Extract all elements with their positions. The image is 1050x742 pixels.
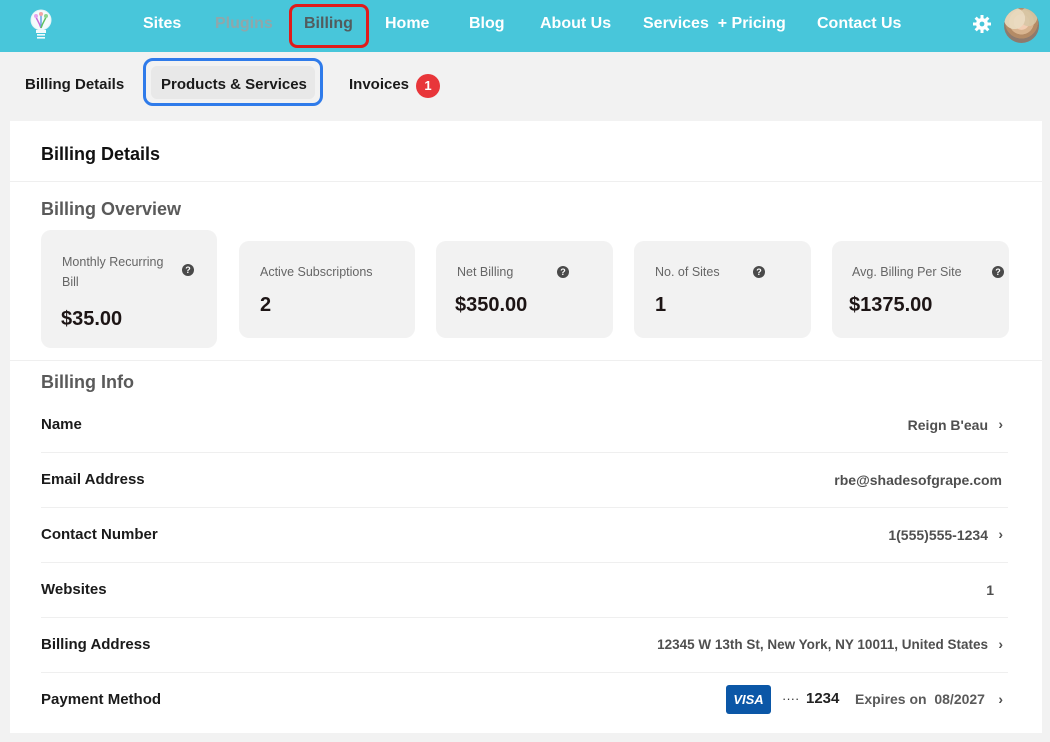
nav-item-home[interactable]: Home: [385, 15, 429, 33]
chevron-right-icon[interactable]: ›: [998, 526, 1003, 542]
card-last-four: 1234: [806, 690, 840, 707]
name-value[interactable]: Reign B'eau: [908, 417, 988, 433]
name-label: Name: [41, 416, 82, 433]
divider: [41, 672, 1008, 673]
nav-item-services-pricing[interactable]: Services + Pricing: [643, 15, 786, 33]
email-address-value: rbe@shadesofgrape.com: [834, 472, 1002, 488]
stat-label: Net Billing: [457, 265, 514, 279]
payment-method-label: Payment Method: [41, 691, 162, 708]
help-icon[interactable]: ?: [753, 266, 765, 278]
billing-address-label: Billing Address: [41, 636, 151, 653]
websites-label: Websites: [41, 581, 107, 598]
stat-label: Active Subscriptions: [260, 265, 373, 279]
nav-item-billing[interactable]: Billing: [304, 15, 353, 33]
gear-icon[interactable]: [972, 14, 992, 34]
user-avatar[interactable]: [1004, 8, 1039, 43]
help-icon[interactable]: ?: [992, 266, 1004, 278]
divider: [41, 507, 1008, 508]
contact-number-value[interactable]: 1(555)555-1234: [888, 527, 988, 543]
card-expiry: Expires on 08/2027: [855, 691, 985, 707]
email-address-label: Email Address: [41, 471, 145, 488]
tab-products-services[interactable]: Products & Services: [161, 76, 307, 93]
divider: [41, 452, 1008, 453]
stat-label: Monthly Recurring Bill: [62, 255, 164, 289]
billing-address-value[interactable]: 12345 W 13th St, New York, NY 10011, Uni…: [657, 637, 988, 652]
help-icon[interactable]: ?: [557, 266, 569, 278]
divider: [10, 181, 1042, 182]
nav-item-contact-us[interactable]: Contact Us: [817, 15, 901, 33]
page-title: Billing Details: [41, 144, 161, 164]
contact-number-label: Contact Number: [41, 526, 158, 543]
help-icon[interactable]: ?: [182, 264, 194, 276]
stat-card-active-subscriptions: [239, 241, 415, 338]
stat-label: No. of Sites: [655, 265, 720, 279]
tab-billing-details[interactable]: Billing Details: [25, 76, 124, 93]
websites-value: 1: [986, 582, 994, 598]
divider: [10, 360, 1042, 361]
stat-value: 1: [655, 294, 667, 316]
stat-card-no-of-sites: [634, 241, 811, 338]
divider: [41, 562, 1008, 563]
stat-card-net-billing: [436, 241, 613, 338]
nav-item-sites[interactable]: Sites: [143, 15, 181, 33]
stat-value: $350.00: [455, 294, 528, 316]
nav-item-plugins[interactable]: Plugins: [215, 15, 273, 33]
stat-value: 2: [260, 294, 272, 316]
billing-info-heading: Billing Info: [41, 372, 134, 392]
stat-value: $1375.00: [849, 294, 933, 316]
lightbulb-logo-icon[interactable]: [30, 8, 52, 42]
chevron-right-icon[interactable]: ›: [998, 416, 1003, 432]
nav-item-blog[interactable]: Blog: [469, 15, 505, 33]
stat-card-avg-billing-per-site: [832, 241, 1009, 338]
billing-overview-heading: Billing Overview: [41, 199, 182, 219]
stat-value: $35.00: [61, 308, 123, 330]
nav-item-about-us[interactable]: About Us: [540, 15, 611, 33]
stat-label: Avg. Billing Per Site: [852, 265, 962, 279]
divider: [41, 617, 1008, 618]
tab-invoices[interactable]: Invoices: [349, 76, 409, 93]
visa-card-icon: VISA: [726, 685, 771, 714]
chevron-right-icon[interactable]: ›: [998, 691, 1003, 707]
masked-card-number: ····: [782, 691, 800, 706]
chevron-right-icon[interactable]: ›: [998, 636, 1003, 652]
invoices-count-badge: 1: [416, 74, 440, 98]
avatar-image: [1004, 8, 1039, 43]
